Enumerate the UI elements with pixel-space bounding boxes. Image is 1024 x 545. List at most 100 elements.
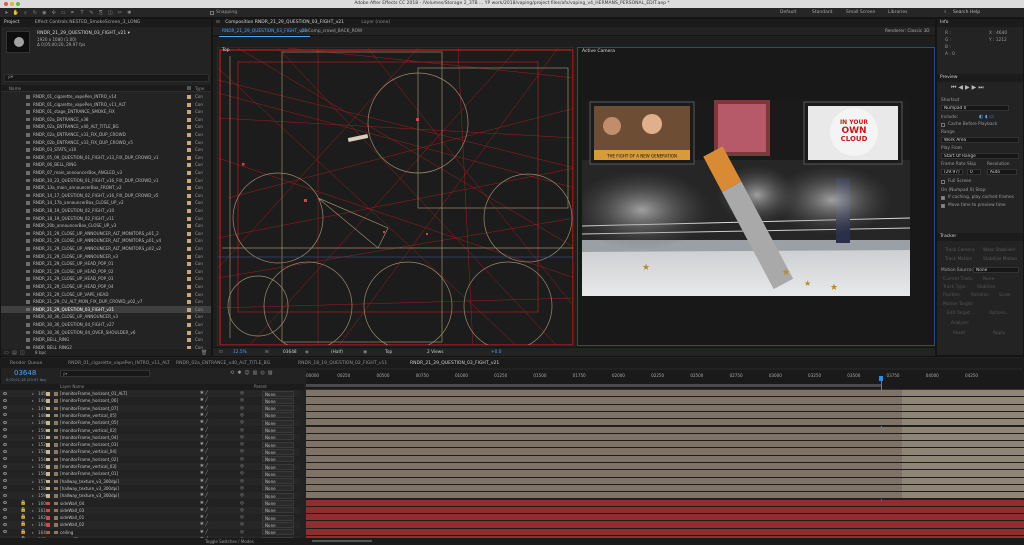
- project-item[interactable]: RNDR_05_09_QUESTION_01_FIGHT_v13_FIX_DUP…: [1, 154, 211, 162]
- eye-icon[interactable]: [3, 413, 7, 417]
- parent-pickwhip-icon[interactable]: ◎: [240, 470, 244, 477]
- eye-icon[interactable]: [3, 435, 7, 439]
- project-item[interactable]: RNDR_30_36_QUESTION_04_OVER_SHOULDER_v6 C…: [1, 329, 211, 337]
- expand-arrow-icon[interactable]: ▸: [32, 485, 34, 492]
- label-color-swatch[interactable]: [187, 102, 191, 107]
- project-item[interactable]: RNDR_21_29_CLOSE_UP_ANNOUNCER_v3 Con: [1, 253, 211, 261]
- project-item[interactable]: RNDR_14_17_QUESTION_02_FIGHT_v16_FIX_DUP…: [1, 192, 211, 200]
- switches-icons[interactable]: ✱ ╱: [200, 470, 208, 477]
- project-item[interactable]: RNDR_01_cigarette_vapePen_INTRO_v11_ALT C…: [1, 101, 211, 109]
- label-color-swatch[interactable]: [187, 201, 191, 206]
- movetime-checkbox[interactable]: [941, 204, 945, 208]
- tab-project[interactable]: Project: [4, 20, 19, 25]
- layer-label-color[interactable]: [46, 413, 50, 418]
- expand-arrow-icon[interactable]: ▸: [32, 456, 34, 463]
- stabilize-motion-button[interactable]: Stabilize Motion: [983, 257, 1017, 262]
- timeline-layer-row[interactable]: 🔒 ▸ 162 sideWall_01 ✱ ╱ ◎ None: [0, 514, 300, 522]
- layer-label-color[interactable]: [46, 494, 50, 498]
- timeline-layer-row[interactable]: ▸ 157 [hallway_texture_v3_300dpi] ✱ ╱ ◎ None: [0, 477, 300, 485]
- layer-label-color[interactable]: [46, 523, 50, 527]
- close-window-button[interactable]: [4, 2, 8, 6]
- shy-icon[interactable]: ☺: [244, 370, 252, 376]
- layer-name[interactable]: sideWall_04: [60, 500, 150, 507]
- tab-timeline-question-02[interactable]: RNDR_18_19_QUESTION_02_FIGHT_v11: [298, 359, 387, 368]
- project-item[interactable]: RNDR_21_29_CLOSE_UP_HEAD_POP_01 Con: [1, 260, 211, 268]
- toggle-switches-modes[interactable]: Toggle Switches / Modes: [205, 538, 254, 545]
- layer-label-color[interactable]: [46, 501, 50, 505]
- parent-select[interactable]: None: [262, 514, 294, 521]
- parent-select[interactable]: None: [262, 485, 294, 492]
- project-item[interactable]: RNDR_21_29_QUESTION_03_FIGHT_v21 Con: [1, 305, 211, 314]
- project-item[interactable]: RNDR_21_29_CLOSE_UP_HEAD_POP_02 Con: [1, 268, 211, 276]
- parent-pickwhip-icon[interactable]: ◎: [240, 412, 244, 419]
- label-color-swatch[interactable]: [187, 178, 191, 183]
- project-item[interactable]: RNDR_30_36_QUESTION_04_FIGHT_v27 Con: [1, 321, 211, 329]
- lock-icon[interactable]: 🔒: [20, 529, 26, 536]
- zoom-tool-icon[interactable]: ⌕: [22, 10, 29, 16]
- parent-select[interactable]: None: [262, 405, 294, 412]
- switches-icons[interactable]: ✱ ╱: [200, 463, 208, 470]
- expand-arrow-icon[interactable]: ▸: [32, 397, 34, 404]
- parent-pickwhip-icon[interactable]: ◎: [240, 390, 244, 397]
- timeline-layer-row[interactable]: ▸ 152 [monitorFrame_horizont_03] ✱ ╱ ◎ None: [0, 441, 300, 449]
- pen-tool-icon[interactable]: ✒: [69, 10, 76, 16]
- timeline-layer-row[interactable]: 🔒 ▸ 161 sideWall_03 ✱ ╱ ◎ None: [0, 506, 300, 515]
- parent-pickwhip-icon[interactable]: ◎: [240, 397, 244, 404]
- label-color-swatch[interactable]: [187, 292, 191, 297]
- parent-pickwhip-icon[interactable]: ◎: [240, 500, 244, 507]
- layer-name[interactable]: ceiling: [60, 529, 150, 536]
- label-color-swatch[interactable]: [187, 209, 191, 213]
- expand-arrow-icon[interactable]: ▸: [32, 478, 34, 485]
- eye-icon[interactable]: [3, 449, 7, 453]
- project-item[interactable]: RNDR_18_19_QUESTION_02_FIGHT_v10 Con: [1, 207, 211, 215]
- workspace-default[interactable]: Default: [780, 8, 796, 18]
- label-color-swatch[interactable]: [187, 133, 191, 137]
- timeline-search-input[interactable]: ρ▾: [60, 370, 150, 377]
- project-item[interactable]: RNDR_21_29_CLOSE_UP_HEAD_POP_04 Con: [1, 283, 211, 291]
- label-color-swatch[interactable]: [187, 338, 191, 343]
- layer-label-color[interactable]: [46, 508, 50, 513]
- project-item[interactable]: RNDR_30_36_CLOSE_UP_ANNOUNCER_v3 Con: [1, 313, 211, 321]
- tab-timeline-question-03[interactable]: RNDR_21_29_QUESTION_03_FIGHT_v21: [410, 359, 499, 368]
- layer-label-color[interactable]: [46, 421, 50, 425]
- workspace-libraries[interactable]: Libraries: [888, 8, 907, 18]
- project-item[interactable]: RNDR_03_STATS_v10 Con: [1, 146, 211, 154]
- parent-pickwhip-icon[interactable]: ◎: [240, 441, 244, 448]
- parent-select[interactable]: None: [262, 412, 294, 419]
- eraser-tool-icon[interactable]: ◫: [107, 10, 114, 16]
- eye-icon[interactable]: [3, 501, 7, 505]
- layer-label-color[interactable]: [46, 450, 50, 454]
- timeline-layer-row[interactable]: ▸ 155 [monitorFrame_vertical_03] ✱ ╱ ◎ None: [0, 463, 300, 471]
- switches-icons[interactable]: ✱ ╱: [200, 448, 208, 455]
- expand-arrow-icon[interactable]: ▸: [32, 463, 34, 470]
- parent-select[interactable]: None: [262, 492, 294, 499]
- parent-select[interactable]: None: [262, 448, 294, 455]
- eye-icon[interactable]: [3, 457, 7, 461]
- expand-arrow-icon[interactable]: ▸: [32, 427, 34, 434]
- timeline-layer-row[interactable]: 🔒 ▸ 160 sideWall_04 ✱ ╱ ◎ None: [0, 499, 300, 507]
- workspace-small-screen[interactable]: Small Screen: [846, 8, 875, 18]
- eye-icon[interactable]: [3, 428, 7, 432]
- layer-label-color[interactable]: [46, 457, 50, 462]
- timeline-layer-row[interactable]: ▸ 145 [monitorFrame_horizont_01_ALT] ✱ ╱ ◎ No…: [0, 390, 300, 398]
- eye-icon[interactable]: [3, 398, 7, 402]
- project-item[interactable]: RNDR_02a_ENTRANCE_v40_ALT_TITLE_BG Con: [1, 123, 211, 131]
- track-motion-button[interactable]: Track Motion: [945, 257, 972, 262]
- eye-icon[interactable]: [3, 508, 7, 512]
- cache-before-playback-checkbox[interactable]: [941, 123, 945, 127]
- graph-editor-icon[interactable]: ▨: [268, 370, 276, 376]
- tab-effect-controls[interactable]: Effect Controls NESTED_SmokeScreen_3_LON…: [35, 20, 141, 25]
- layer-label-color[interactable]: [46, 516, 50, 520]
- layer-label-color[interactable]: [46, 530, 50, 535]
- timeline-layer-row[interactable]: ▸ 153 [monitorFrame_vertical_04] ✱ ╱ ◎ None: [0, 448, 300, 456]
- work-area-bar[interactable]: [306, 384, 881, 387]
- project-item[interactable]: RNDR_14_17b_announcerBox_CLOSE_UP_v2 Con: [1, 199, 211, 207]
- rectangle-tool-icon[interactable]: ▭: [60, 10, 67, 16]
- label-color-swatch[interactable]: [187, 117, 191, 122]
- project-item[interactable]: RNDR_10_23_QUESTION_01_FIGHT_v16_FIX_DUP…: [1, 177, 211, 185]
- project-item[interactable]: RNDR_20b_announcerBox_CLOSE_UP_v3 Con: [1, 222, 211, 230]
- label-color-swatch[interactable]: [187, 307, 191, 312]
- switches-icons[interactable]: ✱ ╱: [200, 514, 208, 521]
- label-color-swatch[interactable]: [187, 285, 191, 289]
- label-color-swatch[interactable]: [187, 186, 191, 191]
